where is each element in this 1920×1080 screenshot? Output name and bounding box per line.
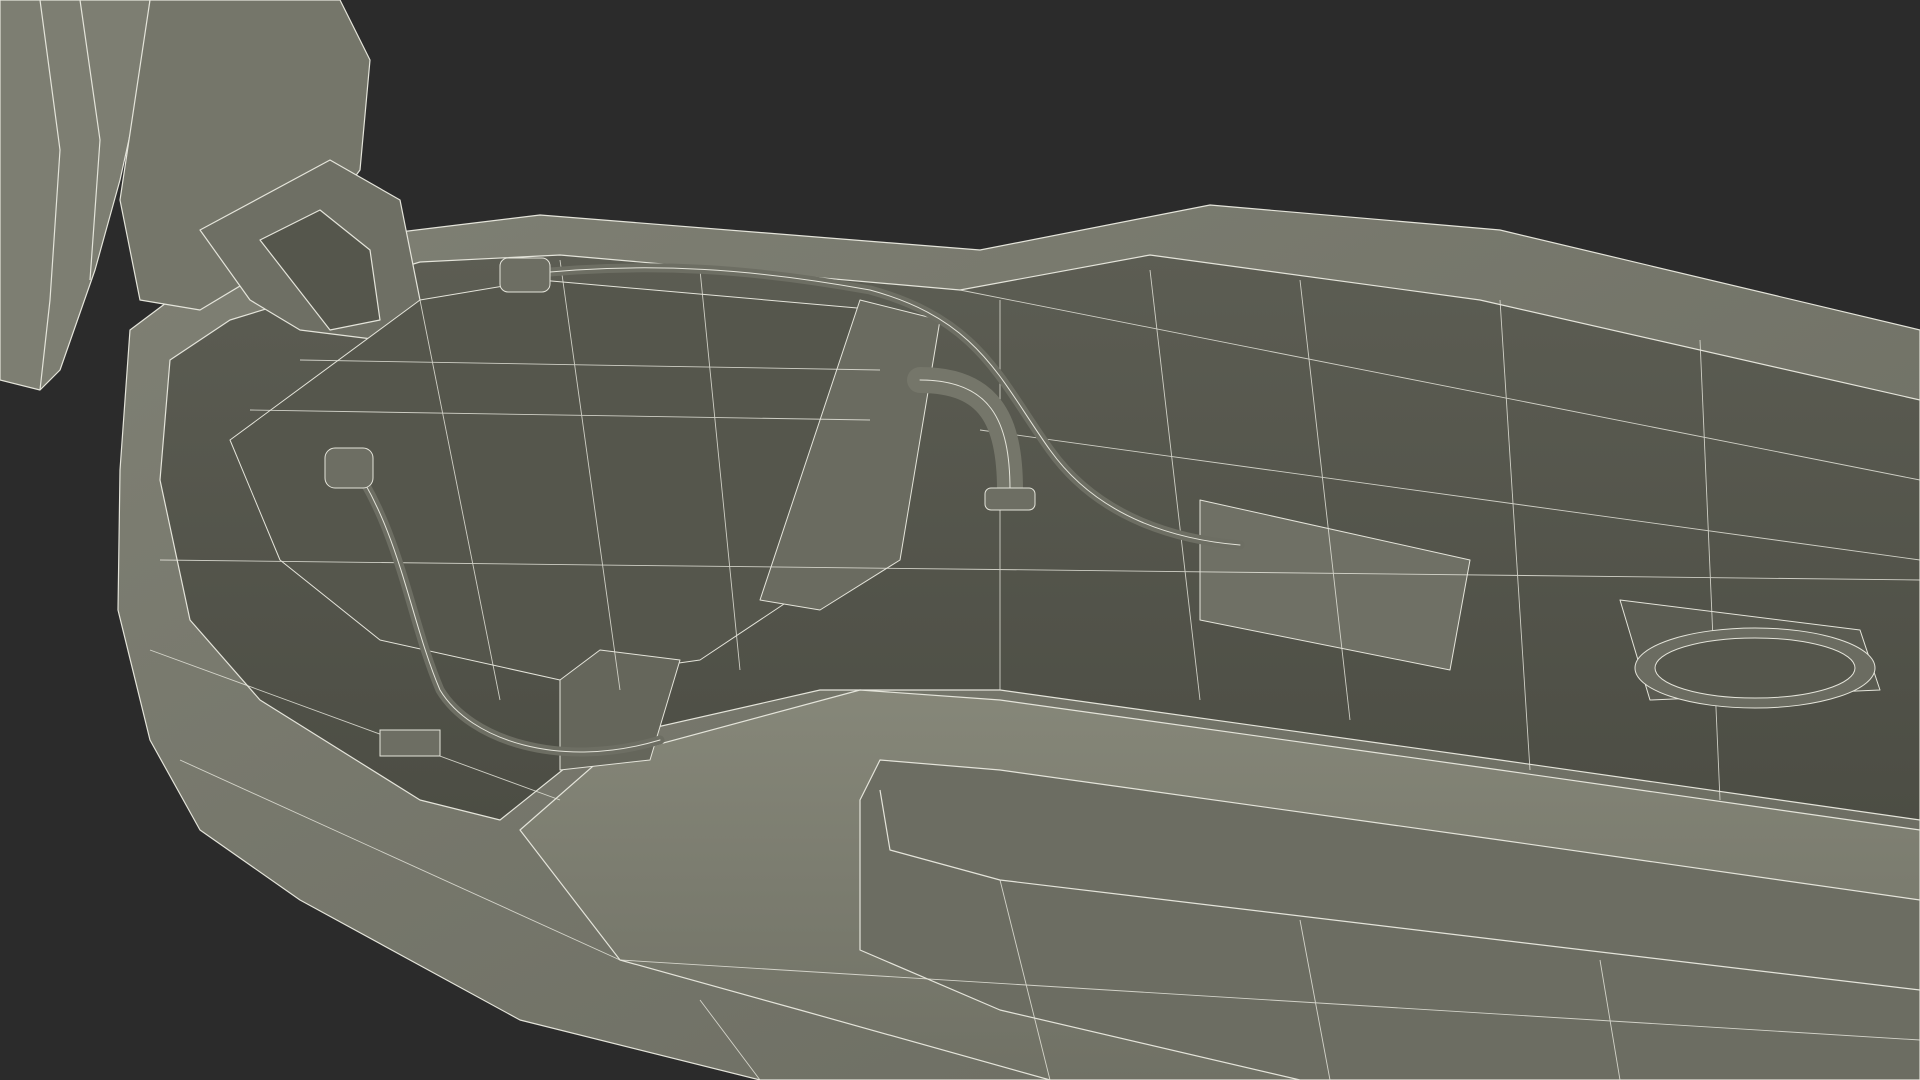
wireframe-render-viewport (0, 0, 1920, 1080)
